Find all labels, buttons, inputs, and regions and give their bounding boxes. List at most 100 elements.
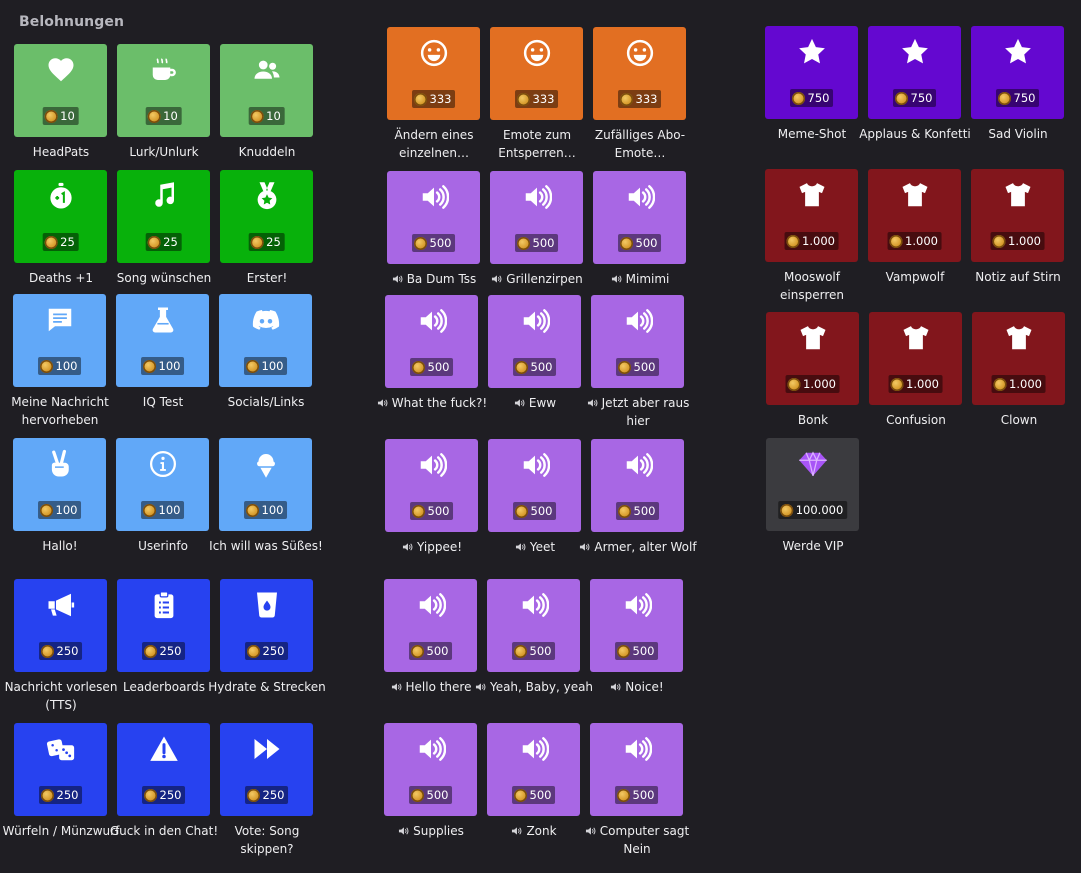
reward-sadviolin[interactable]: 750 Sad Violin [971,26,1064,161]
reward-tile[interactable]: 333 [490,27,583,120]
reward-hallo[interactable]: 100 Hallo! [13,438,106,573]
reward-notiz[interactable]: 1.000 Notiz auf Stirn [971,169,1064,304]
reward-tile[interactable]: 750 [765,26,858,119]
reward-lurk[interactable]: 10 Lurk/Unlurk [117,44,210,179]
reward-vampwolf[interactable]: 1.000 Vampwolf [868,169,961,304]
reward-tile[interactable]: 100 [13,294,106,387]
reward-tile[interactable]: 250 [220,723,313,816]
reward-tile[interactable]: 250 [14,723,107,816]
cost-value: 250 [56,644,79,658]
reward-tile[interactable]: 250 [220,579,313,672]
reward-leaderboards[interactable]: 250 Leaderboards [117,579,210,714]
reward-erster[interactable]: 25 Erster! [220,170,313,305]
reward-tile[interactable]: 500 [490,171,583,264]
reward-label: Userinfo [103,537,223,555]
reward-iqtest[interactable]: 100 IQ Test [116,294,209,429]
reward-userinfo[interactable]: 100 Userinfo [116,438,209,573]
reward-tile[interactable]: 333 [593,27,686,120]
reward-bonk[interactable]: 1.000 Bonk [766,312,859,447]
channel-points-coin-icon [513,644,527,658]
reward-tile[interactable]: 500 [384,579,477,672]
reward-tile[interactable]: 1.000 [869,312,962,405]
reward-tile[interactable]: 500 [488,439,581,532]
reward-hellothere[interactable]: 500 Hello there [384,579,477,714]
reward-confusion[interactable]: 1.000 Confusion [869,312,962,447]
reward-tile[interactable]: 100.000 [766,438,859,531]
reward-tile[interactable]: 500 [590,723,683,816]
reward-yeet[interactable]: 500 Yeet [488,439,581,574]
reward-mimimi[interactable]: 500 Mimimi [593,171,686,306]
reward-computernein[interactable]: 500 Computer sagt Nein [585,723,689,858]
reward-grillen[interactable]: 500 Grillenzirpen [490,171,583,306]
reward-tile[interactable]: 100 [116,438,209,531]
reward-tile[interactable]: 100 [219,438,312,531]
reward-mooswolf[interactable]: 1.000 Mooswolf einsperren [765,169,858,304]
reward-emote-zufall[interactable]: 333 Zufälliges Abo-Emote… [593,27,686,162]
reward-tile[interactable]: 750 [971,26,1064,119]
reward-headpats[interactable]: 10 HeadPats [14,44,107,179]
reward-wuerfeln[interactable]: 250 Würfeln / Münzwurf [3,723,119,858]
reward-tile[interactable]: 25 [14,170,107,263]
reward-badumtss[interactable]: 500 Ba Dum Tss [387,171,480,306]
channel-points-coin-icon [997,91,1011,105]
reward-tile[interactable]: 100 [116,294,209,387]
reward-highlight[interactable]: 100 Meine Nachricht hervorheben [11,294,109,429]
reward-tile[interactable]: 500 [487,723,580,816]
reward-tile[interactable]: 250 [14,579,107,672]
reward-supplies[interactable]: 500 Supplies [384,723,477,858]
reward-tile[interactable]: 250 [117,723,210,816]
reward-armerwolf[interactable]: 500 Armer, alter Wolf [580,439,697,574]
reward-tile[interactable]: 750 [868,26,961,119]
reward-tile[interactable]: 1.000 [765,169,858,262]
reward-eww[interactable]: 500 Eww [488,295,581,430]
reward-socials[interactable]: 100 Socials/Links [219,294,312,429]
reward-tile[interactable]: 500 [384,723,477,816]
reward-knuddeln[interactable]: 10 Knuddeln [220,44,313,179]
reward-tile[interactable]: 500 [387,171,480,264]
reward-tile[interactable]: 1.000 [766,312,859,405]
reward-yeahbaby[interactable]: 500 Yeah, Baby, yeah [475,579,593,714]
reward-tile[interactable]: 500 [593,171,686,264]
reward-tile[interactable]: 10 [117,44,210,137]
reward-hydrate[interactable]: 250 Hydrate & Strecken [208,579,326,714]
reward-tile[interactable]: 500 [590,579,683,672]
reward-applaus[interactable]: 750 Applaus & Konfetti [859,26,971,161]
reward-vip[interactable]: 100.000 Werde VIP [766,438,859,573]
reward-emote-entsperren[interactable]: 333 Emote zum Entsperren… [490,27,583,162]
reward-tile[interactable]: 10 [220,44,313,137]
reward-rausHier[interactable]: 500 Jetzt aber raus hier [587,295,689,430]
reward-noice[interactable]: 500 Noice! [590,579,683,714]
reward-tile[interactable]: 250 [117,579,210,672]
reward-tile[interactable]: 500 [591,439,684,532]
reward-tile[interactable]: 100 [219,294,312,387]
reward-deaths[interactable]: 25 Deaths +1 [14,170,107,305]
channel-points-coin-icon [246,644,260,658]
reward-tile[interactable]: 500 [385,439,478,532]
reward-yippee[interactable]: 500 Yippee! [385,439,478,574]
reward-tile[interactable]: 333 [387,27,480,120]
reward-suesses[interactable]: 100 Ich will was Süßes! [209,438,323,573]
reward-tile[interactable]: 500 [487,579,580,672]
reward-tile[interactable]: 10 [14,44,107,137]
reward-voteskip[interactable]: 250 Vote: Song skippen? [220,723,313,858]
reward-memeshot[interactable]: 750 Meme-Shot [765,26,858,161]
reward-tile[interactable]: 25 [117,170,210,263]
reward-clown[interactable]: 1.000 Clown [972,312,1065,447]
reward-tile[interactable]: 100 [13,438,106,531]
channel-points-coin-icon [250,235,264,249]
reward-tile[interactable]: 1.000 [868,169,961,262]
reward-tile[interactable]: 500 [385,295,478,388]
reward-tile[interactable]: 25 [220,170,313,263]
reward-label-text: Jetzt aber raus hier [601,396,690,428]
reward-zonk[interactable]: 500 Zonk [487,723,580,858]
reward-tts[interactable]: 250 Nachricht vorlesen (TTS) [5,579,117,714]
reward-wtf[interactable]: 500 What the fuck?! [377,295,487,430]
reward-label: Eww [475,394,595,412]
reward-tile[interactable]: 500 [591,295,684,388]
reward-tile[interactable]: 500 [488,295,581,388]
reward-tile[interactable]: 1.000 [971,169,1064,262]
reward-guck[interactable]: 250 Guck in den Chat! [110,723,218,858]
reward-emote-aendern[interactable]: 333 Ändern eines einzelnen… [387,27,480,162]
reward-song[interactable]: 25 Song wünschen [117,170,211,305]
reward-tile[interactable]: 1.000 [972,312,1065,405]
